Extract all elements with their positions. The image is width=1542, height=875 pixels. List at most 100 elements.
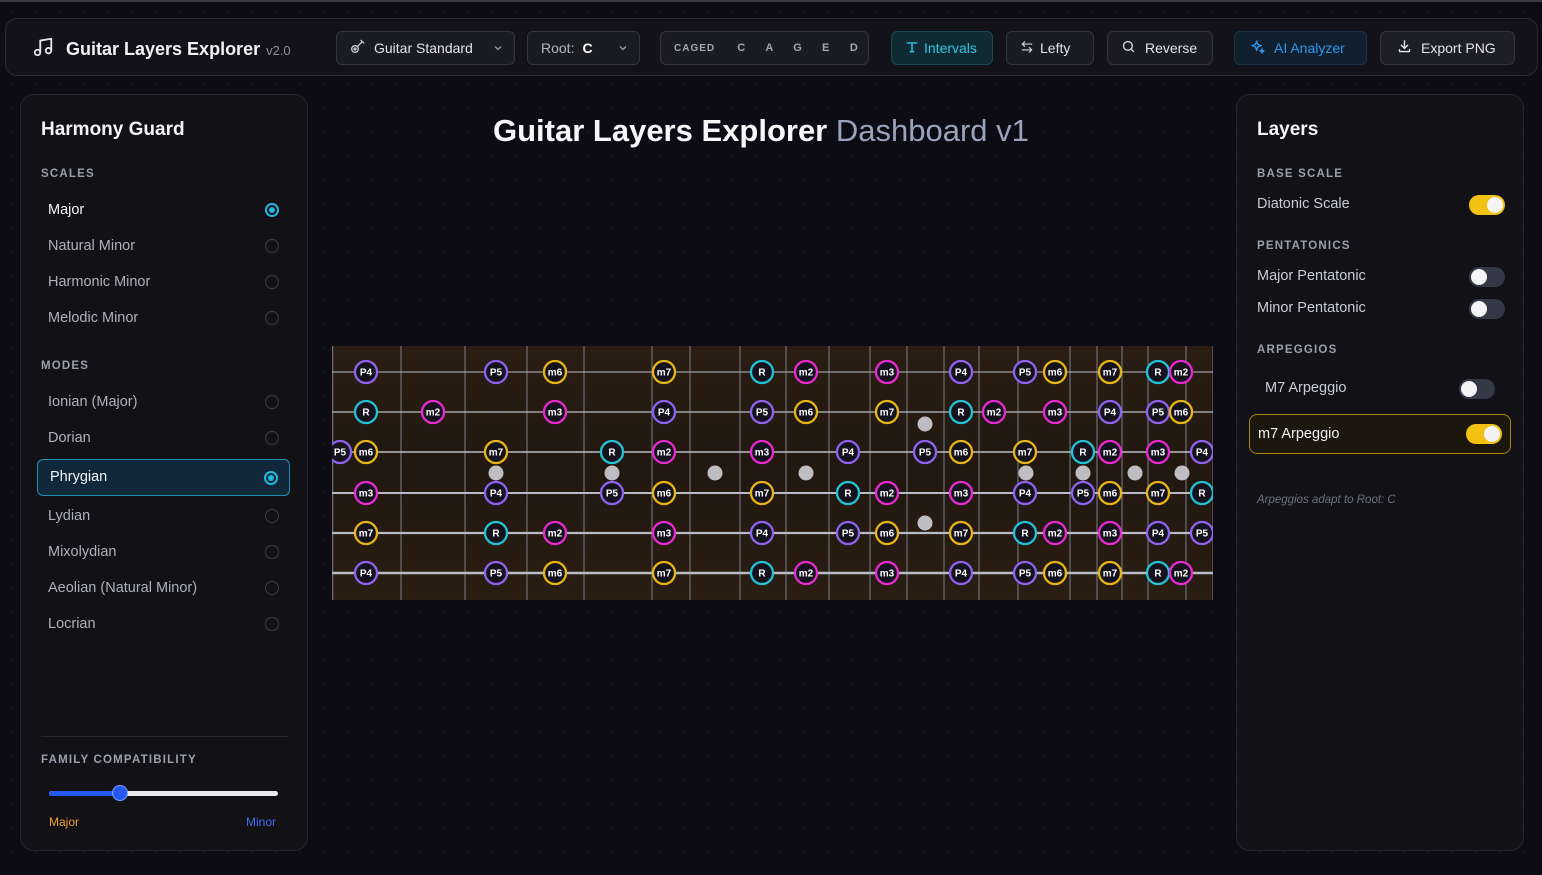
mode-option-lydian[interactable]: Lydian	[37, 499, 290, 535]
radio-button[interactable]	[264, 471, 278, 485]
note-label: P5	[1019, 569, 1032, 580]
note-label: m6	[1048, 569, 1063, 580]
note-label: m6	[1103, 489, 1118, 500]
layer-label: Major Pentatonic	[1257, 268, 1366, 284]
caged-shape-e[interactable]: E	[812, 42, 840, 54]
note-label: R	[1154, 368, 1162, 379]
layer-diatonic-scale[interactable]: Diatonic Scale	[1257, 193, 1505, 217]
scales-heading: SCALES	[41, 168, 95, 180]
note-label: P4	[955, 569, 968, 580]
note-label: m2	[1174, 368, 1189, 379]
family-compatibility-slider[interactable]	[49, 785, 278, 801]
toggle-switch[interactable]	[1469, 299, 1505, 319]
radio-button[interactable]	[265, 509, 279, 523]
mode-option-locrian[interactable]: Locrian	[37, 607, 290, 643]
tuning-value: Guitar Standard	[374, 40, 473, 56]
music-note-icon	[32, 36, 54, 63]
note-label: m7	[359, 529, 374, 540]
tuning-select[interactable]: Guitar Standard	[336, 31, 515, 65]
ai-analyzer-button[interactable]: AI Analyzer	[1234, 31, 1367, 65]
note-label: R	[1079, 448, 1087, 459]
layer-major-pentatonic[interactable]: Major Pentatonic	[1257, 265, 1505, 289]
caged-shape-a[interactable]: A	[755, 42, 783, 54]
radio-button[interactable]	[265, 311, 279, 325]
radio-button[interactable]	[265, 581, 279, 595]
scale-option-major[interactable]: Major	[37, 193, 290, 229]
radio-button[interactable]	[265, 275, 279, 289]
note-label: P5	[1152, 408, 1165, 419]
caged-shape-d[interactable]: D	[840, 42, 868, 54]
reverse-button[interactable]: Reverse	[1107, 31, 1213, 65]
radio-button[interactable]	[265, 545, 279, 559]
download-icon	[1397, 39, 1412, 57]
toggle-switch[interactable]	[1469, 195, 1505, 215]
note-label: P5	[490, 368, 503, 379]
fret-inlay-dot	[1127, 465, 1143, 481]
lefty-label: Lefty	[1040, 40, 1071, 56]
note-label: P4	[360, 368, 373, 379]
note-label: m6	[657, 489, 672, 500]
scale-option-harmonic-minor[interactable]: Harmonic Minor	[37, 265, 290, 301]
option-label: Lydian	[48, 508, 91, 524]
layer-major7-arpeggio[interactable]: M7 Arpeggio	[1265, 377, 1495, 401]
root-value: C	[582, 40, 593, 56]
caged-shape-g[interactable]: G	[783, 42, 811, 54]
note-label: P4	[1152, 529, 1165, 540]
note-label: m7	[755, 489, 770, 500]
note-label: P5	[919, 448, 932, 459]
layer-minor7-arpeggio[interactable]: m7 Arpeggio	[1249, 414, 1511, 454]
mode-option-mixolydian[interactable]: Mixolydian	[37, 535, 290, 571]
note-label: R	[758, 368, 766, 379]
note-label: m7	[1103, 569, 1118, 580]
export-png-button[interactable]: Export PNG	[1380, 31, 1515, 65]
note-label: m3	[548, 408, 563, 419]
note-label: m2	[799, 368, 814, 379]
toggle-switch[interactable]	[1459, 379, 1495, 399]
note-label: m7	[657, 569, 672, 580]
lefty-button[interactable]: Lefty	[1006, 31, 1094, 65]
option-label: Phrygian	[50, 469, 108, 485]
scale-option-melodic-minor[interactable]: Melodic Minor	[37, 301, 290, 337]
note-label: P5	[1196, 529, 1209, 540]
mode-option-phrygian[interactable]: Phrygian	[37, 459, 290, 496]
intervals-button[interactable]: Intervals	[891, 31, 993, 65]
radio-button[interactable]	[265, 239, 279, 253]
chevron-down-icon	[617, 41, 629, 57]
toggle-switch[interactable]	[1469, 267, 1505, 287]
root-select[interactable]: Root: C	[527, 31, 640, 65]
mode-option-ionian[interactable]: Ionian (Major)	[37, 385, 290, 421]
note-label: m2	[426, 408, 441, 419]
fret-inlay-dot	[917, 515, 933, 531]
fretboard: P4 P5 m6 m7 Rm2 m3 P4 P5 m6 m7 Rm2 Rm2 m3 P4 P5 m6 m7 Rm2…	[327, 346, 1215, 600]
note-label: m6	[1048, 368, 1063, 379]
option-label: Dorian	[48, 430, 91, 446]
radio-button[interactable]	[265, 203, 279, 217]
caged-label: CAGED	[674, 42, 716, 54]
mode-option-aeolian[interactable]: Aeolian (Natural Minor)	[37, 571, 290, 607]
slider-handle[interactable]	[111, 785, 128, 801]
page-title: Guitar Layers Explorer Dashboard v1	[493, 113, 1029, 148]
reverse-label: Reverse	[1145, 40, 1198, 56]
note-label: m2	[880, 489, 895, 500]
note-label: m6	[954, 448, 969, 459]
note-label: R	[1198, 489, 1206, 500]
radio-button[interactable]	[265, 617, 279, 631]
note-label: m3	[1048, 408, 1063, 419]
sparkles-icon	[1250, 39, 1266, 58]
note-label: m3	[657, 529, 672, 540]
top-toolbar: Guitar Layers Explorer v2.0 Guitar Standa…	[5, 18, 1538, 76]
note-label: m7	[1151, 489, 1166, 500]
mode-option-dorian[interactable]: Dorian	[37, 421, 290, 457]
radio-button[interactable]	[265, 431, 279, 445]
base-scale-heading: BASE SCALE	[1257, 168, 1344, 180]
fret-inlay-dot	[1174, 465, 1190, 481]
caged-shape-c[interactable]: C	[727, 42, 755, 54]
note-label: R	[1154, 569, 1162, 580]
toggle-switch[interactable]	[1466, 424, 1502, 444]
option-label: Major	[48, 202, 85, 218]
layer-minor-pentatonic[interactable]: Minor Pentatonic	[1257, 297, 1505, 321]
radio-button[interactable]	[265, 395, 279, 409]
modes-heading: MODES	[41, 360, 90, 372]
scale-option-natural-minor[interactable]: Natural Minor	[37, 229, 290, 265]
fret-inlay-dot	[707, 465, 723, 481]
